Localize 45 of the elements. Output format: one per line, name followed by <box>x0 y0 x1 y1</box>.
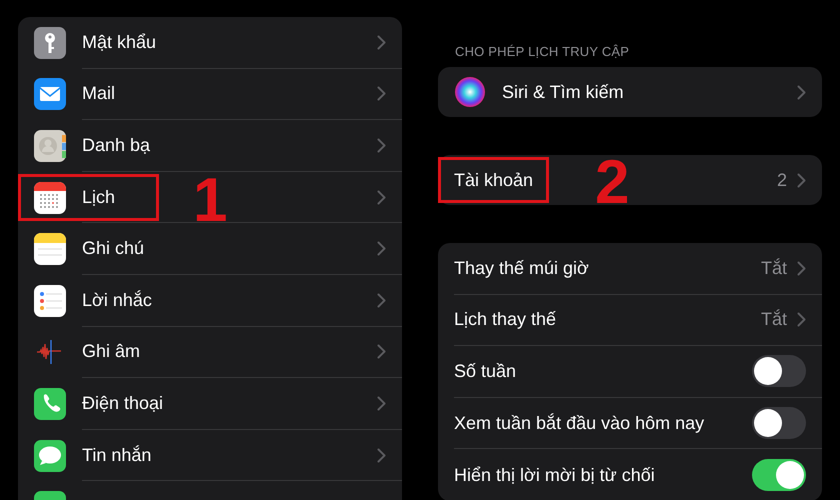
key-icon <box>34 26 66 59</box>
chevron-icon <box>377 86 386 102</box>
step-number: 2 <box>595 152 630 214</box>
toggle-switch[interactable] <box>752 355 806 388</box>
chevron-icon <box>377 448 386 463</box>
chevron-icon <box>377 190 386 205</box>
settings-item[interactable]: Ghi âm <box>82 341 377 362</box>
settings-item[interactable]: Mật khẩu <box>82 32 377 53</box>
section-header: CHO PHÉP LỊCH TRUY CẬP <box>454 43 630 61</box>
chevron-icon <box>377 396 386 411</box>
speech-bubble-icon <box>34 440 66 472</box>
settings-item[interactable]: Lời nhắc <box>82 290 377 311</box>
setting-label: Số tuần <box>454 360 518 382</box>
settings-item[interactable]: Mail <box>82 83 377 104</box>
chevron-icon <box>797 172 806 188</box>
settings-item[interactable]: Ghi chú <box>82 238 377 260</box>
settings-item[interactable]: Lịch thay thế <box>454 309 761 330</box>
setting-label: Hiển thị lời mời bị từ chối <box>454 464 656 486</box>
chevron-icon <box>377 344 386 360</box>
list-icon <box>34 284 66 317</box>
chevron-icon <box>377 292 386 308</box>
calendar-icon <box>34 182 66 214</box>
toggle-switch[interactable] <box>752 459 806 492</box>
settings-item[interactable]: Điện thoại <box>82 392 377 414</box>
phone-icon <box>34 388 66 420</box>
setting-value: Tắt <box>760 258 787 279</box>
chevron-icon <box>797 84 806 100</box>
settings-item[interactable]: Danh bạ <box>82 134 377 156</box>
step-number: 1 <box>193 170 228 232</box>
chevron-icon <box>377 138 386 153</box>
chevron-icon <box>377 241 386 256</box>
settings-item[interactable]: Tin nhắn <box>82 444 377 466</box>
chevron-icon <box>377 34 386 50</box>
notes-icon <box>34 233 66 266</box>
setting-value: 2 <box>776 170 787 190</box>
chevron-icon <box>797 260 806 276</box>
contacts-icon <box>34 130 66 162</box>
toggle-switch[interactable] <box>752 407 806 440</box>
settings-item[interactable]: Thay thế múi giờ <box>454 258 761 279</box>
siri-orb-icon <box>454 76 486 108</box>
envelope-icon <box>34 78 66 110</box>
settings-item[interactable]: Siri & Tìm kiếm <box>502 82 797 102</box>
chevron-icon <box>797 312 806 328</box>
setting-label: Xem tuần bắt đầu vào hôm nay <box>454 412 706 434</box>
setting-value: Tắt <box>760 309 787 330</box>
